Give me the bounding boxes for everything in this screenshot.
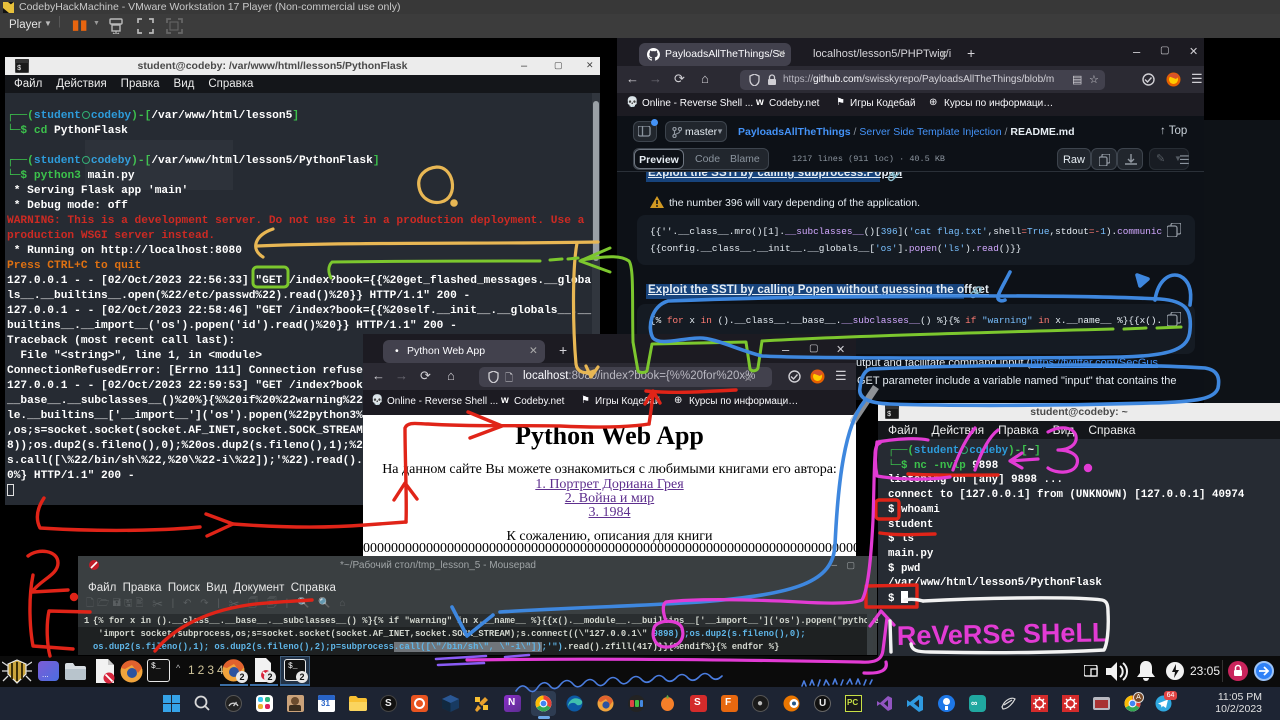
svg-text:$: $ (887, 411, 891, 419)
svg-text:$: $ (17, 65, 21, 73)
